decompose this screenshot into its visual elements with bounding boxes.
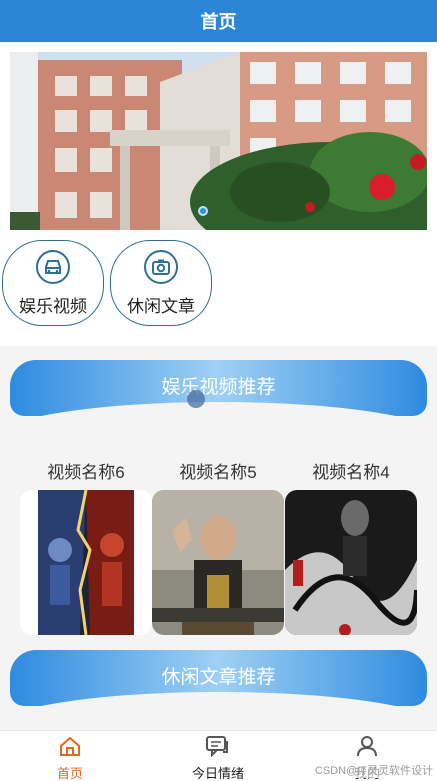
- page-title: 首页: [200, 12, 237, 32]
- tab-label: 今日情绪: [191, 766, 244, 781]
- home-icon: [58, 735, 82, 762]
- tab-label: 首页: [56, 766, 83, 781]
- tab-home[interactable]: 首页: [10, 735, 130, 781]
- category-entertainment-video[interactable]: 娱乐视频: [2, 240, 104, 326]
- video-card[interactable]: [285, 490, 417, 635]
- watermark: CSDN@IT灵灵软件设计: [314, 762, 433, 778]
- video-section-header: 娱乐视频推荐: [0, 360, 437, 436]
- video-card[interactable]: [20, 490, 152, 635]
- camera-icon: [144, 250, 178, 284]
- user-icon: [355, 735, 379, 762]
- video-title: 视频名称4: [312, 463, 390, 482]
- video-section-title: 娱乐视频推荐: [161, 376, 276, 398]
- banner-image: [10, 52, 427, 230]
- video-card[interactable]: [152, 490, 284, 635]
- category-label: 娱乐视频: [19, 297, 87, 316]
- video-poster: [20, 490, 152, 635]
- touch-indicator: [187, 390, 205, 408]
- video-poster: [152, 490, 284, 635]
- category-leisure-article[interactable]: 休闲文章: [110, 240, 212, 326]
- car-icon: [36, 250, 70, 284]
- video-poster: [285, 490, 417, 635]
- article-section-title: 休闲文章推荐: [161, 666, 276, 688]
- chat-icon: [205, 735, 231, 762]
- video-title: 视频名称6: [47, 463, 125, 482]
- article-section-header: 休闲文章推荐: [0, 650, 437, 726]
- banner-carousel[interactable]: [10, 52, 427, 230]
- page-header: 首页: [0, 0, 437, 42]
- tab-today-mood[interactable]: 今日情绪: [158, 735, 278, 781]
- carousel-indicator[interactable]: [198, 206, 208, 216]
- category-label: 休闲文章: [127, 297, 195, 316]
- video-title: 视频名称5: [179, 463, 257, 482]
